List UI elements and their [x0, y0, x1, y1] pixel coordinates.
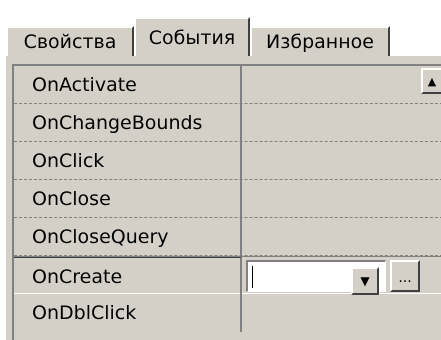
event-name: OnActivate [14, 66, 242, 104]
event-row-onchangebounds[interactable]: OnChangeBounds [14, 104, 441, 142]
event-handler-value[interactable] [244, 180, 441, 218]
tab-events[interactable]: События [134, 17, 250, 56]
text-caret [252, 266, 253, 288]
event-name: OnCreate [14, 257, 242, 295]
event-name: OnChangeBounds [14, 104, 242, 142]
event-handler-value[interactable] [244, 218, 441, 256]
event-row-oncreate[interactable]: OnCreate ▼ ... [14, 256, 441, 295]
event-name: OnCloseQuery [14, 218, 242, 256]
event-row-onclose[interactable]: OnClose [14, 180, 441, 218]
event-row-onclick[interactable]: OnClick [14, 142, 441, 180]
event-row-ondblclick[interactable]: OnDblClick [14, 294, 441, 332]
event-handler-value[interactable] [244, 104, 441, 142]
event-name: OnClose [14, 180, 242, 218]
event-row-onclosequery[interactable]: OnCloseQuery [14, 218, 441, 256]
tab-favorites[interactable]: Избранное [250, 26, 390, 56]
dropdown-arrow-button[interactable]: ▼ [351, 267, 379, 295]
event-handler-value[interactable] [244, 294, 441, 332]
arrow-up-icon: ▲ [427, 74, 437, 88]
object-inspector: Свойства События Избранное OnActivate On… [0, 0, 441, 340]
handler-combo-input[interactable]: ▼ [246, 260, 386, 295]
tab-bar: Свойства События Избранное [0, 0, 441, 56]
event-handler-value[interactable] [244, 142, 441, 180]
event-handler-value[interactable] [244, 66, 441, 104]
event-name: OnDblClick [14, 294, 242, 332]
events-grid: OnActivate OnChangeBounds OnClick OnClos… [12, 64, 441, 340]
chevron-down-icon: ▼ [360, 274, 370, 288]
event-handler-editor: ▼ ... [244, 257, 441, 295]
event-name: OnClick [14, 142, 242, 180]
event-row-onactivate[interactable]: OnActivate [14, 66, 441, 104]
scrollbar-up-button[interactable]: ▲ [421, 68, 441, 94]
tab-properties[interactable]: Свойства [6, 26, 134, 56]
ellipsis-button[interactable]: ... [390, 260, 420, 292]
